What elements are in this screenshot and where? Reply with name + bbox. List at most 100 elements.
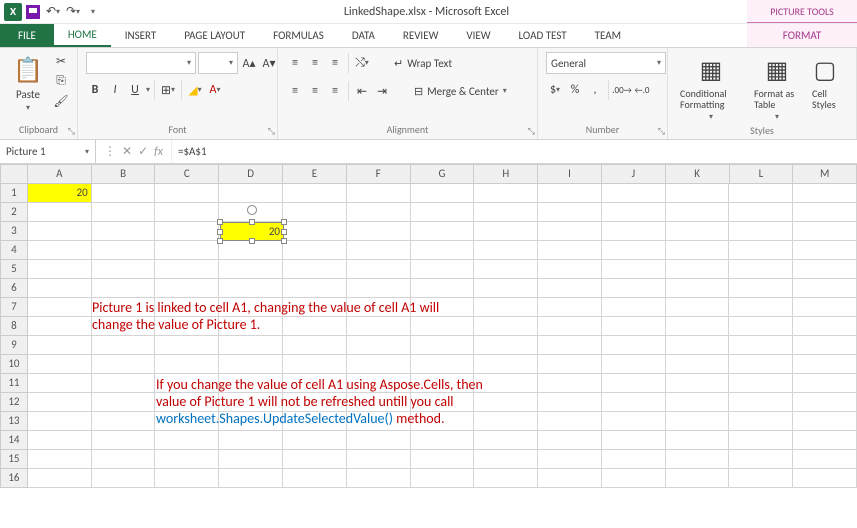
comma-format-icon[interactable]: , [586, 81, 604, 99]
cell[interactable] [155, 203, 219, 222]
row-header[interactable]: 6 [0, 279, 28, 298]
cell[interactable] [729, 317, 793, 336]
cell[interactable] [666, 336, 730, 355]
cell[interactable] [347, 431, 411, 450]
cell[interactable] [347, 469, 411, 488]
tab-view[interactable]: VIEW [452, 24, 504, 47]
cell[interactable] [92, 336, 156, 355]
cell[interactable] [729, 222, 793, 241]
cell[interactable] [92, 450, 156, 469]
cell[interactable] [92, 279, 156, 298]
cell[interactable] [793, 317, 857, 336]
align-center-icon[interactable]: ≡ [306, 82, 324, 100]
copy-icon[interactable]: ⎘ [52, 72, 70, 90]
cell[interactable] [538, 355, 602, 374]
col-header[interactable]: D [219, 164, 283, 184]
cell[interactable] [474, 222, 538, 241]
cell[interactable] [28, 412, 92, 431]
cell[interactable] [666, 393, 730, 412]
cell[interactable] [219, 260, 283, 279]
cell[interactable] [729, 184, 793, 203]
cell[interactable] [793, 431, 857, 450]
cell[interactable] [729, 260, 793, 279]
cell[interactable] [474, 412, 538, 431]
cell[interactable] [92, 184, 156, 203]
cell[interactable] [92, 393, 156, 412]
cell[interactable] [729, 412, 793, 431]
row-header[interactable]: 4 [0, 241, 28, 260]
formula-input[interactable]: =$A$1 [171, 140, 857, 163]
font-family-selector[interactable]: ▾ [86, 52, 196, 74]
cell[interactable] [474, 317, 538, 336]
increase-decimal-icon[interactable]: .00→ [613, 81, 631, 99]
cell[interactable] [155, 450, 219, 469]
cell[interactable] [666, 431, 730, 450]
cell[interactable] [155, 431, 219, 450]
cell[interactable] [155, 355, 219, 374]
format-as-table-button[interactable]: ▦ Format as Table▾ [750, 52, 804, 124]
wrap-text-button[interactable]: ↵Wrap Text [387, 52, 459, 74]
row-header[interactable]: 1 [0, 184, 28, 203]
cell[interactable] [283, 184, 347, 203]
cell[interactable] [602, 203, 666, 222]
enter-formula-icon[interactable]: ✓ [138, 144, 148, 159]
cell[interactable] [155, 469, 219, 488]
col-header[interactable]: B [92, 164, 156, 184]
cell[interactable] [729, 203, 793, 222]
resize-handle[interactable] [249, 219, 255, 225]
cell[interactable] [729, 431, 793, 450]
cell[interactable] [729, 279, 793, 298]
cell[interactable] [602, 298, 666, 317]
cell[interactable] [602, 336, 666, 355]
cell[interactable] [155, 260, 219, 279]
cell[interactable] [474, 241, 538, 260]
col-header[interactable]: K [666, 164, 730, 184]
cell[interactable] [219, 184, 283, 203]
cell[interactable] [538, 241, 602, 260]
cell[interactable] [729, 393, 793, 412]
tab-home[interactable]: HOME [54, 24, 111, 47]
tab-format[interactable]: FORMAT [747, 24, 857, 47]
col-header[interactable]: M [793, 164, 857, 184]
cell[interactable] [28, 393, 92, 412]
cell[interactable] [666, 412, 730, 431]
cell[interactable] [474, 450, 538, 469]
cell[interactable] [793, 469, 857, 488]
cell[interactable] [602, 317, 666, 336]
font-size-selector[interactable]: ▾ [198, 52, 238, 74]
cell[interactable] [283, 260, 347, 279]
cell[interactable] [28, 298, 92, 317]
cell[interactable] [28, 279, 92, 298]
row-header[interactable]: 10 [0, 355, 28, 374]
select-all-button[interactable] [0, 164, 28, 184]
conditional-formatting-button[interactable]: ▦ Conditional Formatting▾ [676, 52, 746, 124]
align-middle-icon[interactable]: ≡ [306, 54, 324, 72]
cell[interactable] [474, 279, 538, 298]
cell[interactable] [411, 241, 475, 260]
cell[interactable] [538, 412, 602, 431]
align-bottom-icon[interactable]: ≡ [326, 54, 344, 72]
decrease-indent-icon[interactable]: ⇤ [353, 82, 371, 100]
cell[interactable] [155, 336, 219, 355]
cell[interactable] [538, 336, 602, 355]
cell[interactable] [28, 469, 92, 488]
tab-file[interactable]: FILE [0, 24, 54, 47]
cell[interactable] [666, 184, 730, 203]
cell[interactable] [602, 260, 666, 279]
resize-handle[interactable] [249, 238, 255, 244]
cell[interactable] [28, 203, 92, 222]
cell[interactable] [411, 355, 475, 374]
align-left-icon[interactable]: ≡ [286, 82, 304, 100]
cell[interactable] [538, 431, 602, 450]
cell[interactable] [283, 222, 347, 241]
cell[interactable] [219, 279, 283, 298]
cancel-formula-icon[interactable]: ✕ [122, 144, 132, 159]
cell[interactable] [602, 184, 666, 203]
cell[interactable] [28, 355, 92, 374]
cell[interactable] [729, 355, 793, 374]
cell[interactable] [666, 317, 730, 336]
resize-handle[interactable] [217, 229, 223, 235]
cell[interactable] [411, 450, 475, 469]
italic-button[interactable]: I [106, 81, 124, 99]
cell[interactable] [538, 184, 602, 203]
